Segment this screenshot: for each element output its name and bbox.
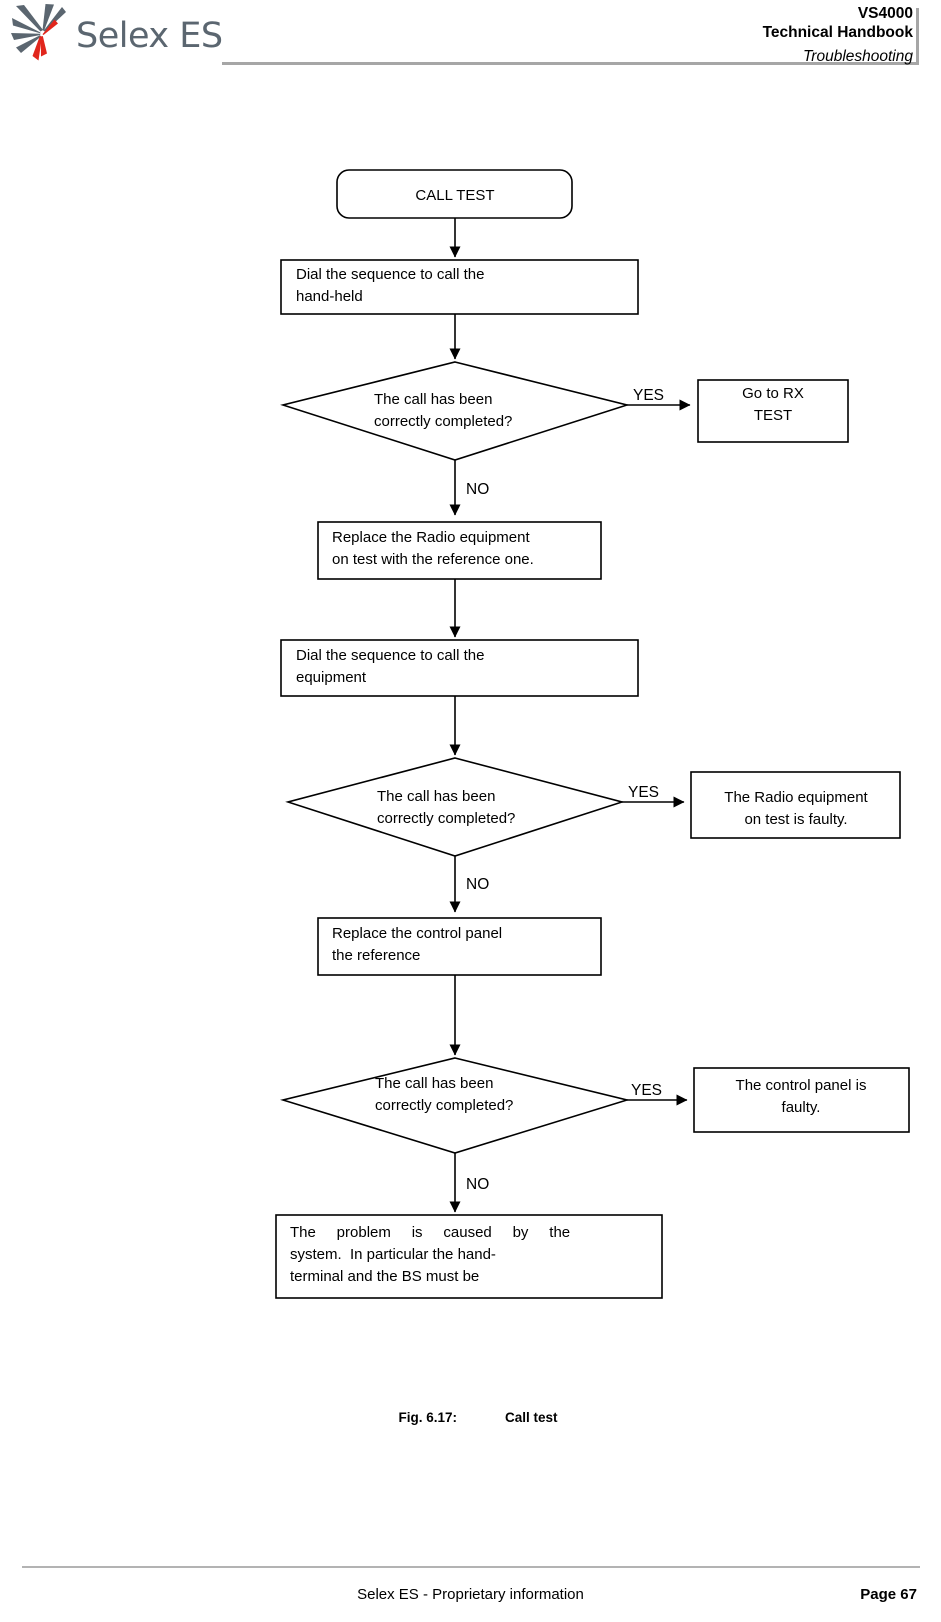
header-divider-vertical [916, 8, 919, 65]
node-replace-radio-line-2: on test with the reference one. [332, 551, 534, 568]
node-decision-2-line-2: correctly completed? [377, 810, 515, 827]
node-dial-handheld-line-1: Dial the sequence to call the [296, 266, 484, 283]
node-go-to-rx-test-line-2: TEST [754, 407, 792, 424]
call-test-flowchart: CALL TEST Dial the sequence to call the … [0, 140, 941, 1350]
node-start-label: CALL TEST [415, 187, 494, 204]
node-replace-control-panel-line-1: Replace the control panel [332, 925, 502, 942]
node-decision-1-line-2: correctly completed? [374, 413, 512, 430]
node-decision-2-shape [285, 757, 625, 857]
node-radio-faulty-line-1: The Radio equipment [724, 789, 868, 806]
document-page: Selex ES VS4000 Technical Handbook Troub… [0, 0, 941, 1622]
footer-divider [22, 1566, 920, 1568]
node-decision-1-shape [280, 361, 630, 461]
edge-label-yes-3: YES [631, 1082, 662, 1099]
figure-title: Call test [505, 1410, 558, 1425]
figure-caption: Fig. 6.17: Call test [0, 1395, 941, 1440]
node-decision-3-line-1: The call has been [375, 1075, 493, 1092]
node-decision-2-line-1: The call has been [377, 788, 495, 805]
node-replace-radio-line-1: Replace the Radio equipment [332, 529, 530, 546]
brand-logo: Selex ES [8, 4, 223, 74]
node-dial-handheld-line-2: hand-held [296, 288, 363, 305]
edge-label-yes-2: YES [628, 784, 659, 801]
footer-page-number: Page 67 [860, 1586, 917, 1603]
page-footer: Selex ES - Proprietary information Page … [0, 1552, 941, 1622]
node-radio-faulty-line-2: on test is faulty. [744, 811, 847, 828]
node-replace-control-panel-line-2: the reference [332, 947, 420, 964]
document-name: Technical Handbook [762, 24, 913, 41]
document-model: VS4000 [857, 5, 913, 22]
figure-number: Fig. 6.17: [398, 1410, 457, 1425]
edge-label-yes-1: YES [633, 387, 664, 404]
page-header: Selex ES VS4000 Technical Handbook Troub… [0, 0, 941, 100]
node-decision-3-line-2: correctly completed? [375, 1097, 513, 1114]
edge-label-no-2: NO [466, 876, 489, 893]
header-title-block: VS4000 Technical Handbook Troubleshootin… [393, 4, 913, 66]
edge-label-no-3: NO [466, 1176, 489, 1193]
selex-pinwheel-logo-icon [11, 4, 66, 61]
node-system-problem-line-1: The problem is caused by the [290, 1224, 570, 1241]
node-dial-equipment-line-1: Dial the sequence to call the [296, 647, 484, 664]
node-control-panel-faulty-line-2: faulty. [782, 1099, 821, 1116]
document-section: Troubleshooting [802, 48, 913, 65]
brand-logo-text: Selex ES [76, 16, 223, 56]
edge-label-no-1: NO [466, 481, 489, 498]
node-system-problem-line-3: terminal and the BS must be [290, 1268, 479, 1285]
node-system-problem-line-2: system. In particular the hand- [290, 1246, 496, 1263]
node-control-panel-faulty-line-1: The control panel is [736, 1077, 867, 1094]
node-go-to-rx-test-line-1: Go to RX [742, 385, 804, 402]
footer-proprietary-notice: Selex ES - Proprietary information [357, 1586, 584, 1603]
node-dial-equipment-line-2: equipment [296, 669, 367, 686]
node-decision-1-line-1: The call has been [374, 391, 492, 408]
